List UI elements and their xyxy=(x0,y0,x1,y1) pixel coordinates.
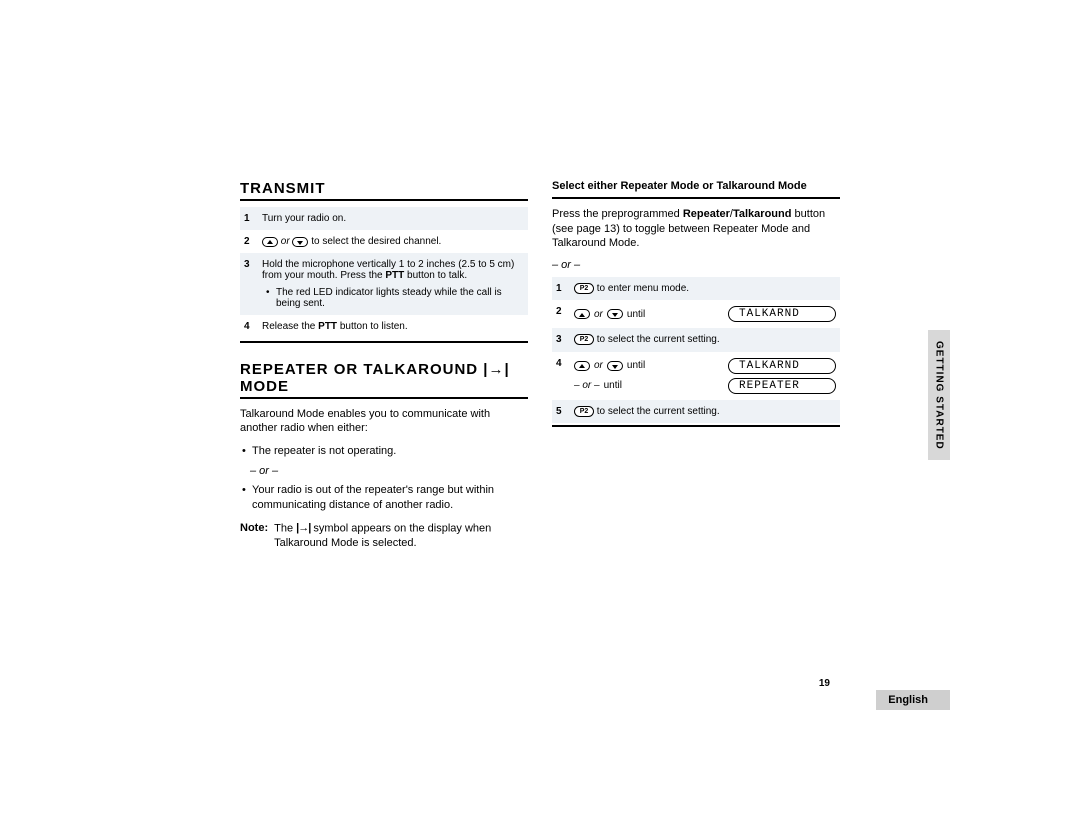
left-column: TRANSMIT 1 Turn your radio on. 2 or to s… xyxy=(240,180,528,551)
select-step-2: 2 or until TALKARND xyxy=(552,300,840,328)
heading-repeater-talkaround: REPEATER OR TALKAROUND |→| MODE xyxy=(240,361,528,399)
display-talkarnd: TALKARND xyxy=(728,306,836,322)
select-step-3: 3 P2 to select the current setting. xyxy=(552,328,840,351)
page-number: 19 xyxy=(819,678,830,689)
p2-button-icon: P2 xyxy=(574,283,594,294)
select-mode-steps: 1 P2 to enter menu mode. 2 or until TALK… xyxy=(552,277,840,426)
transmit-step-3: 3 Hold the microphone vertically 1 to 2 … xyxy=(240,253,528,315)
talkaround-bullet-2: Your radio is out of the repeater's rang… xyxy=(240,483,528,513)
select-step-5: 5 P2 to select the current setting. xyxy=(552,400,840,423)
talkaround-note: Note: The |→| symbol appears on the disp… xyxy=(240,521,528,551)
down-arrow-icon xyxy=(607,309,623,319)
select-step-4: 4 or until TALKARND – or – until xyxy=(552,352,840,400)
down-arrow-icon xyxy=(292,237,308,247)
select-step-1: 1 P2 to enter menu mode. xyxy=(552,277,840,300)
transmit-step-2: 2 or to select the desired channel. xyxy=(240,230,528,253)
p2-button-icon: P2 xyxy=(574,334,594,345)
up-arrow-icon xyxy=(574,309,590,319)
subhead-select-mode: Select either Repeater Mode or Talkaroun… xyxy=(552,180,840,199)
talkaround-icon: |→| xyxy=(296,521,310,536)
transmit-step-1: 1 Turn your radio on. xyxy=(240,207,528,230)
display-talkarnd-2: TALKARND xyxy=(728,358,836,374)
or-separator-right: – or – xyxy=(552,259,840,271)
transmit-steps: 1 Turn your radio on. 2 or to select the… xyxy=(240,207,528,343)
transmit-step-3-bullet: The red LED indicator lights steady whil… xyxy=(268,287,524,309)
talkaround-intro: Talkaround Mode enables you to communica… xyxy=(240,407,528,437)
select-mode-paragraph: Press the preprogrammed Repeater/Talkaro… xyxy=(552,207,840,252)
language-tab: English xyxy=(876,690,950,710)
p2-button-icon: P2 xyxy=(574,406,594,417)
down-arrow-icon xyxy=(607,361,623,371)
up-arrow-icon xyxy=(574,361,590,371)
talkaround-bullet-1: The repeater is not operating. xyxy=(240,444,528,459)
talkaround-bullets: The repeater is not operating. xyxy=(240,444,528,459)
transmit-step-4: 4 Release the PTT button to listen. xyxy=(240,315,528,338)
section-tab: GETTING STARTED xyxy=(928,330,950,460)
display-repeater: REPEATER xyxy=(728,378,836,394)
heading-transmit: TRANSMIT xyxy=(240,180,528,201)
right-column: Select either Repeater Mode or Talkaroun… xyxy=(552,180,840,551)
or-separator: – or – xyxy=(250,465,528,477)
up-arrow-icon xyxy=(262,237,278,247)
